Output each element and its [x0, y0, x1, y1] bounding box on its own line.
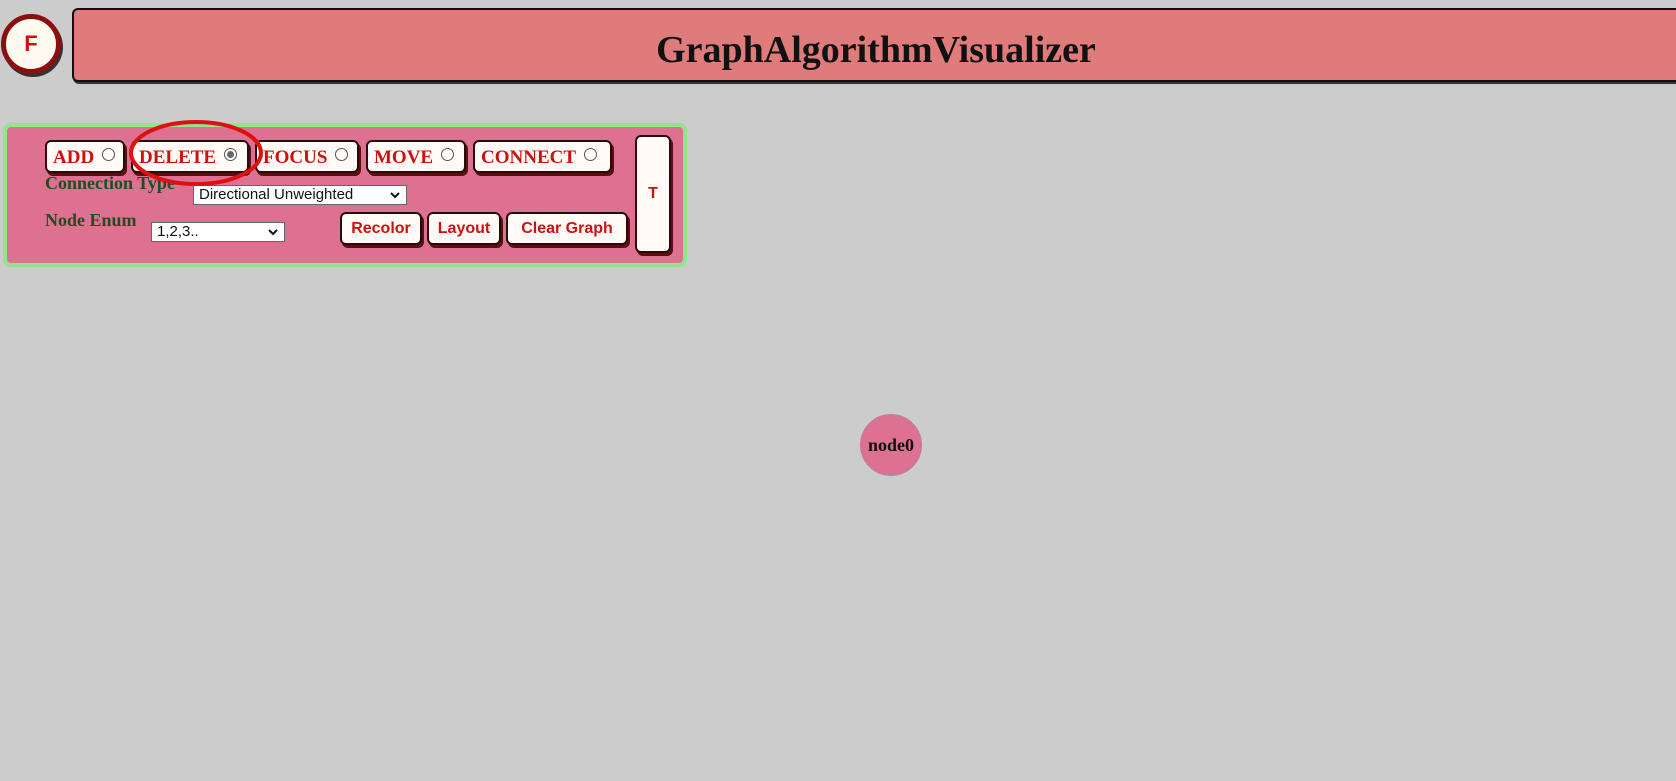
menu-toggle-label: F	[24, 31, 38, 56]
clear-graph-button[interactable]: Clear Graph	[506, 212, 628, 245]
menu-toggle-button[interactable]: F	[1, 14, 61, 74]
mode-focus-radio[interactable]	[335, 148, 349, 161]
mode-focus-button[interactable]: FOCUS	[255, 140, 359, 173]
node-enum-select[interactable]: 1,2,3..	[151, 222, 285, 242]
connection-type-label: Connection Type	[45, 173, 175, 193]
layout-button[interactable]: Layout	[427, 212, 501, 245]
app-root: F GraphAlgorithmVisualizer ADD DELETE FO…	[0, 0, 1676, 781]
connection-type-value: Directional Unweighted	[199, 186, 354, 203]
graph-node[interactable]: node0	[860, 414, 922, 476]
control-panel: ADD DELETE FOCUS MOVE CONNECT Connection…	[3, 123, 687, 267]
node-enum-label: Node Enum	[45, 210, 137, 230]
mode-move-label: MOVE	[374, 147, 434, 168]
graph-node-label: node0	[867, 434, 914, 455]
mode-move-radio[interactable]	[441, 148, 455, 161]
recolor-button[interactable]: Recolor	[340, 212, 422, 245]
mode-delete-button[interactable]: DELETE	[131, 140, 249, 173]
toggle-panel-label: T	[648, 185, 658, 202]
recolor-label: Recolor	[351, 219, 411, 237]
mode-add-radio[interactable]	[102, 148, 116, 161]
mode-connect-radio[interactable]	[584, 148, 598, 161]
mode-delete-label: DELETE	[139, 147, 217, 168]
clear-graph-label: Clear Graph	[521, 219, 613, 237]
chevron-down-icon	[390, 192, 400, 199]
mode-connect-button[interactable]: CONNECT	[473, 140, 612, 173]
mode-add-label: ADD	[53, 147, 95, 168]
mode-add-button[interactable]: ADD	[45, 140, 125, 173]
mode-connect-label: CONNECT	[481, 147, 577, 168]
connection-type-select[interactable]: Directional Unweighted	[193, 185, 407, 205]
mode-delete-radio[interactable]	[224, 148, 238, 161]
mode-focus-label: FOCUS	[263, 147, 328, 168]
page-title: GraphAlgorithmVisualizer	[656, 29, 1096, 71]
node-enum-value: 1,2,3..	[157, 223, 199, 240]
toggle-panel-button[interactable]: T	[635, 135, 671, 253]
mode-move-button[interactable]: MOVE	[366, 140, 466, 173]
title-bar: GraphAlgorithmVisualizer	[72, 8, 1676, 82]
chevron-down-icon	[268, 229, 278, 236]
layout-label: Layout	[437, 219, 491, 237]
